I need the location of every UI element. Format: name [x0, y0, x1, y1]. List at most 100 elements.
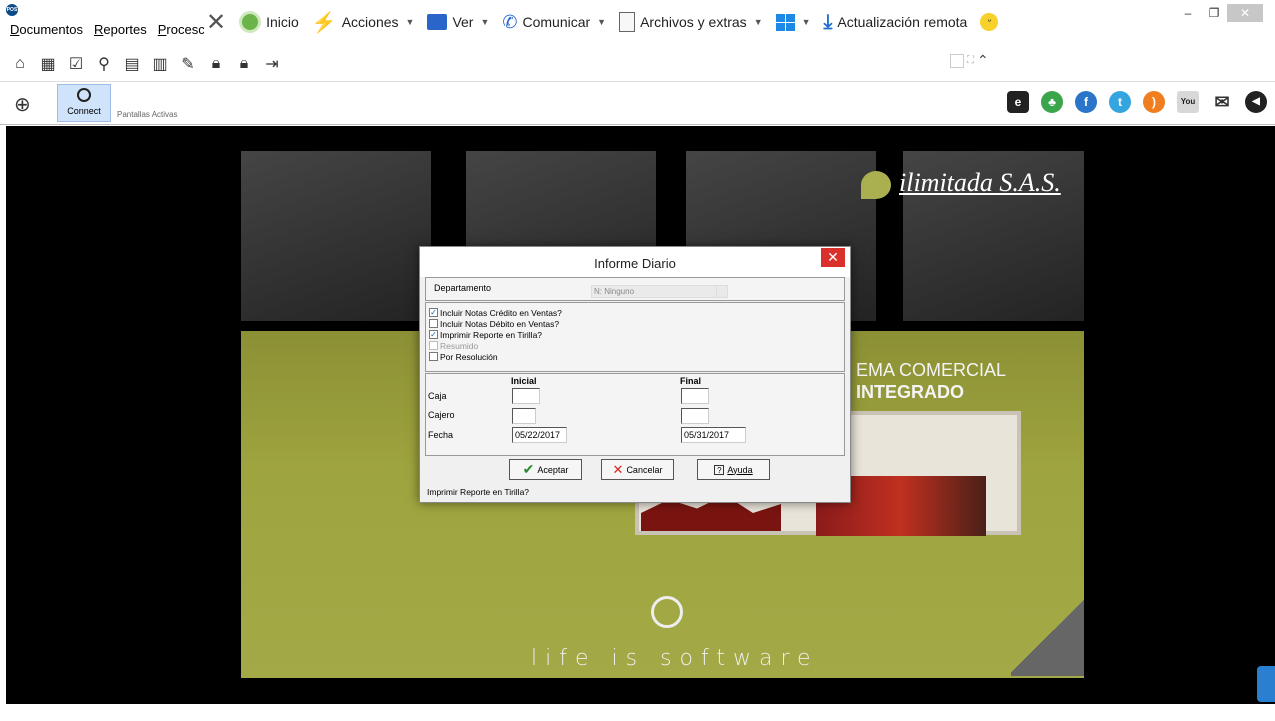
dialog-close-button[interactable]: ✕: [821, 248, 845, 267]
checkbox[interactable]: [429, 352, 438, 361]
connect-label: Connect: [67, 106, 101, 116]
checkbox-label: Resumido: [440, 340, 479, 351]
facebook-icon[interactable]: f: [1075, 91, 1097, 113]
chevron-down-icon: ▼: [405, 17, 415, 27]
teamviewer-side-icon[interactable]: [1257, 666, 1275, 702]
search-icon[interactable]: ⚲: [94, 54, 114, 74]
caja-final-input[interactable]: [681, 388, 709, 404]
chevron-down-icon[interactable]: [716, 285, 728, 298]
final-header: Final: [680, 376, 702, 386]
option-row[interactable]: ✓ Imprimir Reporte en Tirilla?: [429, 329, 844, 340]
chevron-down-icon: ▼: [480, 17, 490, 27]
aceptar-button[interactable]: ✔ Aceptar: [509, 459, 582, 480]
remote-control-toolbar: ✕ Inicio ⚡ Acciones ▼ Ver ▼ ✆ Comunicar ▼ A…: [204, 4, 1026, 40]
fullscreen-icon[interactable]: ⛶: [967, 55, 974, 66]
fecha-inicial-input[interactable]: 05/22/2017: [512, 427, 567, 443]
rss-icon[interactable]: ): [1143, 91, 1165, 113]
promo-text-2: INTEGRADO: [856, 382, 964, 402]
globe-cursor-icon[interactable]: ⊕: [14, 92, 31, 117]
monitor-icon: [427, 14, 448, 30]
windows-logo-icon: [775, 13, 795, 31]
caja-inicial-input[interactable]: [512, 388, 540, 404]
youtube-icon[interactable]: You: [1177, 91, 1199, 113]
close-session-button[interactable]: ✕: [204, 8, 226, 37]
archivos-menu[interactable]: Archivos y extras ▼: [619, 12, 763, 32]
chevron-up-icon[interactable]: ⌃: [977, 52, 989, 69]
pencil-icon[interactable]: ✎: [178, 54, 198, 74]
cancelar-label: Cancelar: [626, 464, 663, 475]
cancelar-button[interactable]: ✕ Cancelar: [601, 459, 674, 480]
chevron-down-icon: ▼: [801, 17, 811, 27]
app-logo-icon[interactable]: POS: [6, 4, 18, 16]
software-logo-icon: [651, 596, 683, 628]
x-icon: ✕: [612, 461, 624, 477]
e-logo-icon[interactable]: e: [1007, 91, 1029, 113]
social-links: e ♣ f t ) You ✉ ◀: [1007, 91, 1267, 113]
lock-icon[interactable]: 🔒︎: [206, 54, 226, 74]
chevron-down-icon: ▼: [597, 17, 607, 27]
file-transfer-icon: [619, 12, 636, 32]
window-close-button[interactable]: ✕: [1227, 4, 1263, 22]
cajero-final-input[interactable]: [681, 408, 709, 424]
close-icon: ✕: [206, 8, 227, 36]
checklist-icon[interactable]: ☑: [66, 54, 86, 74]
option-row[interactable]: ✓ Incluir Notas Crédito en Ventas?: [429, 307, 844, 318]
archivos-label: Archivos y extras: [640, 14, 747, 30]
brand-leaf-icon: [861, 171, 891, 200]
option-row[interactable]: Incluir Notas Débito en Ventas?: [429, 318, 844, 329]
checkbox[interactable]: ✓: [429, 330, 438, 339]
calendar-icon[interactable]: ▦: [38, 54, 58, 74]
departamento-group: Departamento N: Ninguno: [425, 277, 845, 301]
brand-name: ilimitada S.A.S.: [899, 168, 1061, 197]
window-controls: – ❐ ✕: [1175, 4, 1263, 22]
uvt-calculator-icon[interactable]: ▥: [150, 54, 170, 74]
acciones-menu[interactable]: ⚡ Acciones ▼: [312, 10, 415, 35]
cajero-inicial-input[interactable]: [512, 408, 536, 424]
minimize-button[interactable]: –: [1175, 4, 1201, 22]
departamento-label: Departamento: [434, 283, 492, 293]
option-row[interactable]: Por Resolución: [429, 351, 844, 362]
page-curl: [1011, 596, 1084, 676]
lock-closed-icon[interactable]: 🔒︎: [234, 54, 254, 74]
pantallas-activas-label: Pantallas Activas: [117, 110, 178, 119]
back-arrow-icon[interactable]: ◀: [1245, 91, 1267, 113]
grid-icon[interactable]: [950, 53, 964, 68]
ayuda-button[interactable]: ? Ayuda: [697, 459, 770, 480]
checkbox[interactable]: [429, 319, 438, 328]
twitter-icon[interactable]: t: [1109, 91, 1131, 113]
app-toolbar: ⌂ ▦ ☑ ⚲ ▤ ▥ ✎ 🔒︎ 🔒︎ ⇥ ⛶ ⌃: [0, 46, 1275, 82]
departamento-select[interactable]: N: Ninguno: [591, 285, 724, 298]
ver-menu[interactable]: Ver ▼: [427, 14, 489, 30]
actualizacion-remota-button[interactable]: ⤓ Actualización remota: [824, 11, 968, 34]
home-icon[interactable]: ⌂: [10, 54, 30, 74]
mail-icon[interactable]: ✉: [1211, 91, 1233, 113]
option-row[interactable]: Resumido: [429, 340, 844, 351]
brand-logo-text: ilimitada S.A.S.: [861, 168, 1061, 200]
menu-procesos[interactable]: Procesc: [158, 22, 205, 37]
restore-button[interactable]: ❐: [1201, 4, 1227, 22]
dialog-body: Departamento N: Ninguno ✓ Incluir Notas C…: [425, 277, 845, 502]
inicio-button[interactable]: Inicio: [239, 11, 299, 33]
calculator-icon[interactable]: ▤: [122, 54, 142, 74]
connect-button[interactable]: Connect: [57, 84, 111, 122]
comunicar-menu[interactable]: ✆ Comunicar ▼: [502, 12, 606, 33]
exit-icon[interactable]: ⇥: [262, 54, 282, 74]
checkbox-label: Incluir Notas Crédito en Ventas?: [440, 307, 562, 318]
menu-reportes[interactable]: Reportes: [94, 22, 147, 37]
menu-documentos[interactable]: Documentos: [10, 22, 83, 37]
home-circle-icon: [239, 11, 262, 33]
checkbox[interactable]: ✓: [429, 308, 438, 317]
comunicar-label: Comunicar: [522, 14, 591, 30]
help-icon: ?: [714, 464, 725, 475]
windows-menu[interactable]: ▼: [775, 13, 811, 31]
toolbar-collapse-controls: ⛶ ⌃: [950, 52, 989, 69]
dialog-title: Informe Diario: [420, 247, 850, 277]
feedback-smiley-button[interactable]: ᵕ: [980, 13, 999, 31]
tree-logo-icon[interactable]: ♣: [1041, 91, 1063, 113]
ver-label: Ver: [452, 14, 474, 30]
download-arrow-icon: ⤓: [823, 10, 833, 33]
smiley-icon: ᵕ: [980, 13, 999, 31]
dialog-status-text: Imprimir Reporte en Tirilla?: [427, 487, 530, 497]
informe-diario-dialog: Informe Diario ✕ Departamento N: Ninguno…: [419, 246, 851, 503]
fecha-final-input[interactable]: 05/31/2017: [681, 427, 746, 443]
